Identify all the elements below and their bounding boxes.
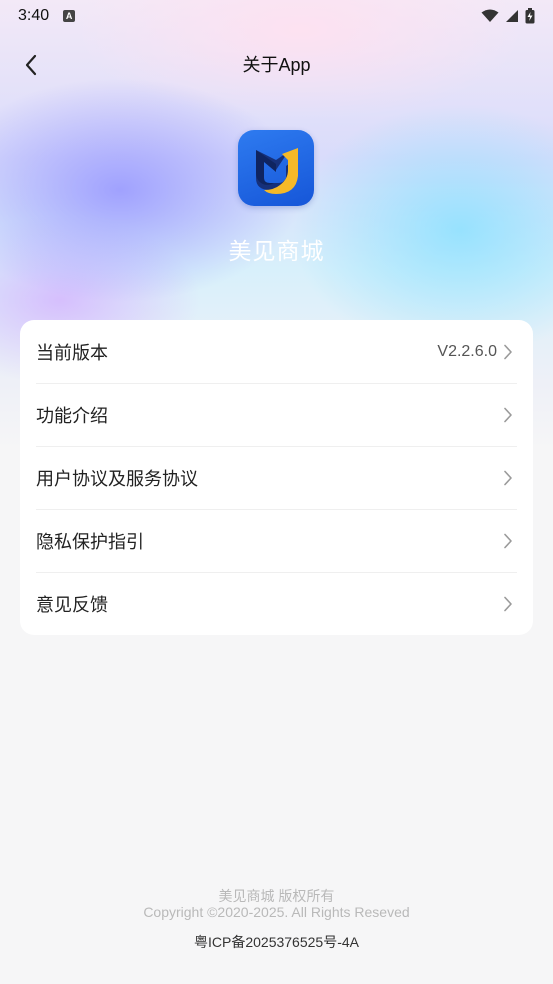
version-value: V2.2.6.0	[437, 342, 497, 360]
signal-icon	[506, 10, 518, 22]
copyright-owner: 美见商城 版权所有	[218, 888, 335, 904]
copyright-notice: Copyright ©2020-2025. All Rights Reseved	[143, 904, 410, 920]
chevron-left-icon	[25, 54, 37, 76]
page-title: 关于App	[242, 55, 311, 75]
status-bar: 3:40 A	[0, 0, 553, 32]
menu-item-user-agreement[interactable]: 用户协议及服务协议	[36, 446, 517, 509]
battery-icon	[525, 8, 535, 24]
chevron-right-icon	[503, 596, 517, 612]
chevron-right-icon	[503, 533, 517, 549]
menu-item-label: 意见反馈	[36, 595, 108, 615]
menu-item-label: 当前版本	[36, 342, 108, 363]
back-button[interactable]	[14, 48, 48, 82]
menu-item-label: 用户协议及服务协议	[36, 469, 198, 489]
notification-icon: A	[63, 10, 76, 22]
chevron-right-icon	[503, 407, 517, 423]
chevron-right-icon	[503, 344, 517, 360]
icp-license-link[interactable]: 粤ICP备2025376525号-4A	[0, 932, 553, 952]
menu-item-label: 功能介绍	[36, 406, 108, 426]
app-name: 美见商城	[228, 238, 325, 264]
navigation-bar: 关于App	[0, 40, 553, 88]
wifi-icon	[481, 9, 499, 22]
menu-item-current-version[interactable]: 当前版本 V2.2.6.0	[36, 320, 517, 383]
menu-item-features[interactable]: 功能介绍	[36, 383, 517, 446]
about-menu-card: 当前版本 V2.2.6.0 功能介绍 用户协议及服务协议 隐私保护指引 意见反馈	[20, 320, 533, 635]
menu-item-label: 隐私保护指引	[36, 532, 144, 552]
chevron-right-icon	[503, 470, 517, 486]
app-logo-icon	[238, 130, 314, 206]
menu-item-feedback[interactable]: 意见反馈	[36, 572, 517, 635]
menu-item-privacy-guide[interactable]: 隐私保护指引	[36, 509, 517, 572]
status-time: 3:40	[18, 7, 50, 24]
